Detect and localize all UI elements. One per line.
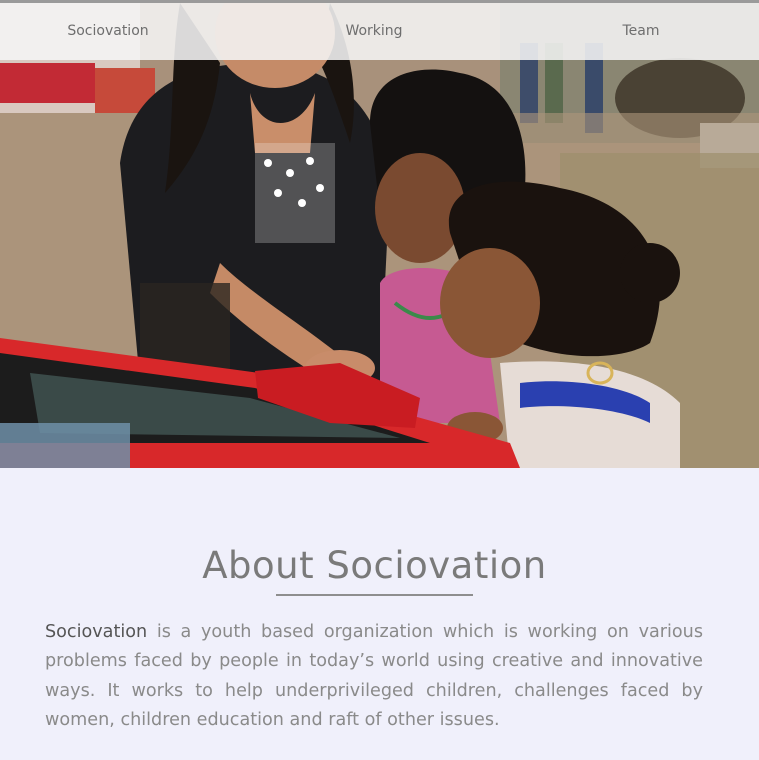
about-title: About Sociovation xyxy=(202,544,547,587)
title-underline xyxy=(276,594,473,596)
nav-item-sociovation[interactable]: Sociovation xyxy=(48,3,168,60)
nav-item-working[interactable]: Working xyxy=(314,3,434,60)
girl1-face xyxy=(375,153,465,263)
about-section: About Sociovation Sociovation is a youth… xyxy=(0,468,759,760)
top-navbar: Sociovation Working Team xyxy=(0,3,759,60)
top-border xyxy=(0,0,759,3)
polka-dot xyxy=(264,159,272,167)
woman-polka-top xyxy=(255,143,335,243)
about-paragraph: Sociovation is a youth based organizatio… xyxy=(45,618,703,735)
nav-item-team[interactable]: Team xyxy=(581,3,701,60)
polka-dot xyxy=(316,184,324,192)
kiosk-side-panel xyxy=(0,423,130,468)
polka-dot xyxy=(286,169,294,177)
hero-photo xyxy=(0,3,759,468)
girl2-face xyxy=(440,248,540,358)
hero-image xyxy=(0,3,759,468)
polka-dot xyxy=(298,199,306,207)
about-brand-name: Sociovation xyxy=(45,622,148,642)
background-red-panel xyxy=(0,63,95,103)
girl2-hair-bun xyxy=(620,243,680,303)
polka-dot xyxy=(306,157,314,165)
polka-dot xyxy=(274,189,282,197)
